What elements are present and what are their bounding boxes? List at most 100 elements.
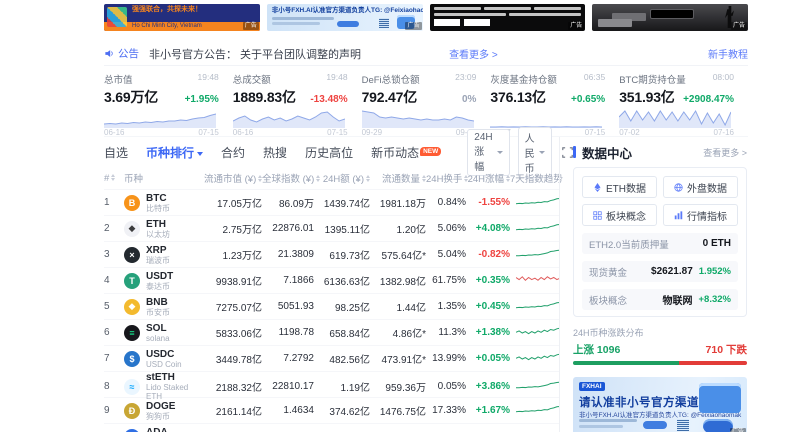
coin-24h-change: +0.35%: [466, 275, 510, 286]
table-row[interactable]: 10AADA艾达币1921.9亿5.465496.41亿351.64亿*5.02…: [104, 423, 560, 432]
table-row[interactable]: 5◆BNB币安币7275.07亿5051.9398.25亿1.44亿1.35%+…: [104, 293, 560, 319]
tab-watchlist[interactable]: 自选: [104, 144, 128, 161]
sparkline-chart: [516, 352, 560, 366]
coin-icon: A: [124, 429, 140, 432]
table-row[interactable]: 7$USDCUSD Coin3449.78亿7.2792482.56亿473.9…: [104, 345, 560, 371]
stat-card[interactable]: 灰度基金持仓额06:35376.13亿+0.65%05-1707-15: [490, 69, 619, 131]
coin-global-index: 86.09万: [262, 195, 314, 210]
coin-24h-volume: 6136.63亿: [314, 273, 370, 288]
table-row[interactable]: 4TUSDT泰达币9938.91亿7.18666136.63亿1382.98亿6…: [104, 267, 560, 293]
tab-hot-search[interactable]: 热搜: [263, 144, 287, 161]
coin-market-cap: 2188.32亿: [204, 379, 262, 394]
ad-logo-blocks: [107, 7, 127, 27]
banner-ad-3[interactable]: 广告: [430, 4, 586, 31]
ad-text-line: [484, 7, 531, 10]
metric-spot-gold[interactable]: 现货黄金 $2621.87 1.952%: [582, 261, 738, 282]
banner-ad-2[interactable]: 非小号FXH.AI认准官方渠道负责人TG: @Feixiaohaomak 广告: [267, 4, 423, 31]
stat-card[interactable]: BTC期货持仓量08:00351.93亿+2908.47%07-0207-16: [619, 69, 748, 131]
coin-7d-trend: [510, 404, 560, 418]
tab-coin-ranking[interactable]: 币种排行: [146, 144, 203, 161]
tutorial-link[interactable]: 新手教程: [708, 46, 748, 61]
coin-24h-volume: 1.19亿: [314, 379, 370, 394]
ranking-main-column: 自选 币种排行 合约 热搜 历史高位 新币动态NEW 24H涨幅 人民币 # 币…: [104, 137, 560, 432]
sector-concepts-button[interactable]: 板块概念: [582, 204, 657, 226]
stat-value: 376.13亿: [490, 87, 545, 107]
sparkline-chart: [516, 274, 560, 288]
banner-ad-1[interactable]: 强强联合，共探未来！ Ho Chi Minh City, Vietnam 广告: [104, 4, 260, 31]
coin-icon: B: [124, 195, 140, 211]
table-row[interactable]: 8≈stETHLido Staked ETH2188.32亿22810.171.…: [104, 371, 560, 397]
sort-dropdown[interactable]: 24H涨幅: [467, 129, 509, 176]
ad-tag: 广告: [243, 22, 259, 30]
eth-data-button[interactable]: ETH数据: [582, 176, 657, 198]
coin-icon: ◆: [124, 221, 140, 237]
ad-headline: 强强联合，共探未来！: [104, 4, 260, 14]
external-markets-button[interactable]: 外盘数据: [663, 176, 738, 198]
coin-table-body: 1BBTC比特币17.05万亿86.09万1439.74亿1981.18万0.8…: [104, 189, 560, 432]
ad-tag: 广告: [730, 428, 746, 432]
col-24h-volume[interactable]: 24H额 (¥): [314, 171, 370, 185]
coin-name-cn: 币安币: [146, 308, 170, 317]
up-count: 上涨 1096: [573, 342, 620, 357]
coin-market-cap: 1.23万亿: [204, 247, 262, 262]
stat-date-to: 07-16: [714, 128, 734, 137]
table-row[interactable]: 1BBTC比特币17.05万亿86.09万1439.74亿1981.18万0.8…: [104, 189, 560, 215]
table-row[interactable]: 3×XRP瑞波币1.23万亿21.3809619.73亿575.64亿*5.04…: [104, 241, 560, 267]
coin-cell: $USDCUSD Coin: [124, 349, 204, 369]
coin-names: DOGE狗狗币: [146, 401, 175, 421]
stat-change: -13.48%: [310, 94, 347, 105]
tab-new-coins[interactable]: 新币动态NEW: [371, 144, 441, 161]
stat-date-range: 06-1607-15: [104, 128, 219, 137]
banner-ad-4[interactable]: 广告: [592, 4, 748, 31]
ad-tag: 广告: [731, 22, 747, 30]
stat-value-row: 792.47亿0%: [362, 87, 477, 107]
chart-icon: [674, 211, 683, 220]
col-turnover[interactable]: 24H换手: [426, 171, 466, 185]
ad-graphic-miner: [598, 19, 632, 27]
metric-sector-concept[interactable]: 板块概念 物联网 +8.32%: [582, 289, 738, 310]
coin-icon: ◆: [124, 299, 140, 315]
coin-cell: ≡SOLsolana: [124, 323, 204, 343]
col-24h-change[interactable]: 24H涨幅: [466, 171, 510, 185]
coin-24h-change: +1.38%: [466, 327, 510, 338]
announcement-more-link[interactable]: 查看更多 >: [449, 46, 498, 61]
stat-card[interactable]: 总市值19:483.69万亿+1.95%06-1607-15: [104, 69, 233, 131]
coin-supply: 1.20亿: [370, 221, 426, 236]
sparkline-chart: [516, 222, 560, 236]
coin-turnover: 13.99%: [426, 353, 466, 364]
coin-symbol: BTC: [146, 193, 170, 204]
coin-24h-change: +3.86%: [466, 381, 510, 392]
tab-contracts[interactable]: 合约: [221, 144, 245, 161]
table-row[interactable]: 2◆ETH以太坊2.75万亿22876.011395.11亿1.20亿5.06%…: [104, 215, 560, 241]
stat-card[interactable]: 总成交额19:481889.83亿-13.48%06-1607-15: [233, 69, 362, 131]
announcement-text[interactable]: 非小号官方公告： 关于平台团队调整的声明: [149, 46, 361, 62]
down-count: 710 下跌: [706, 342, 747, 357]
coin-global-index: 1198.78: [262, 327, 314, 338]
col-market-cap[interactable]: 流通市值 (¥): [204, 171, 262, 185]
coin-turnover: 0.05%: [426, 381, 466, 392]
stat-card-top: DeFi总锁仓额23:09: [362, 72, 477, 86]
col-supply[interactable]: 流通数量: [370, 171, 426, 185]
table-row[interactable]: 6≡SOLsolana5833.06亿1198.78658.84亿4.86亿*1…: [104, 319, 560, 345]
stat-change: +2908.47%: [683, 94, 734, 105]
currency-dropdown[interactable]: 人民币: [518, 127, 552, 178]
market-indicators-button[interactable]: 行情指标: [663, 204, 738, 226]
tab-historic-high[interactable]: 历史高位: [305, 144, 353, 161]
coin-7d-trend: [510, 196, 560, 210]
stat-card[interactable]: DeFi总锁仓额23:09792.47亿0%09-2909-18: [362, 69, 491, 131]
stat-change: +1.95%: [185, 94, 219, 105]
coin-turnover: 17.33%: [426, 405, 466, 416]
table-header-row: # 币种 流通市值 (¥) 全球指数 (¥) 24H额 (¥) 流通数量 24H…: [104, 167, 560, 189]
table-row[interactable]: 9ÐDOGE狗狗币2161.14亿1.4634374.62亿1476.75亿17…: [104, 397, 560, 423]
stat-label: 总成交额: [233, 72, 271, 86]
data-center-more-link[interactable]: 查看更多 >: [703, 146, 747, 159]
col-rank[interactable]: #: [104, 173, 124, 184]
right-sidebar: 数据中心 查看更多 > ETH数据 外盘数据 板块概念: [559, 137, 747, 432]
ad-graphic-screen: [650, 9, 694, 19]
ad-text-line: [434, 7, 481, 10]
coin-symbol: stETH: [146, 372, 204, 383]
col-global-index[interactable]: 全球指数 (¥): [262, 171, 314, 185]
metric-eth2-staked[interactable]: ETH2.0当前质押量 0 ETH: [582, 233, 738, 254]
sidebar-banner-ad[interactable]: FXHAI 请认准非小号官方渠道 非小号FXH.AI认准官方渠道负责人TG: @…: [573, 377, 747, 432]
stat-value-row: 1889.83亿-13.48%: [233, 87, 348, 107]
